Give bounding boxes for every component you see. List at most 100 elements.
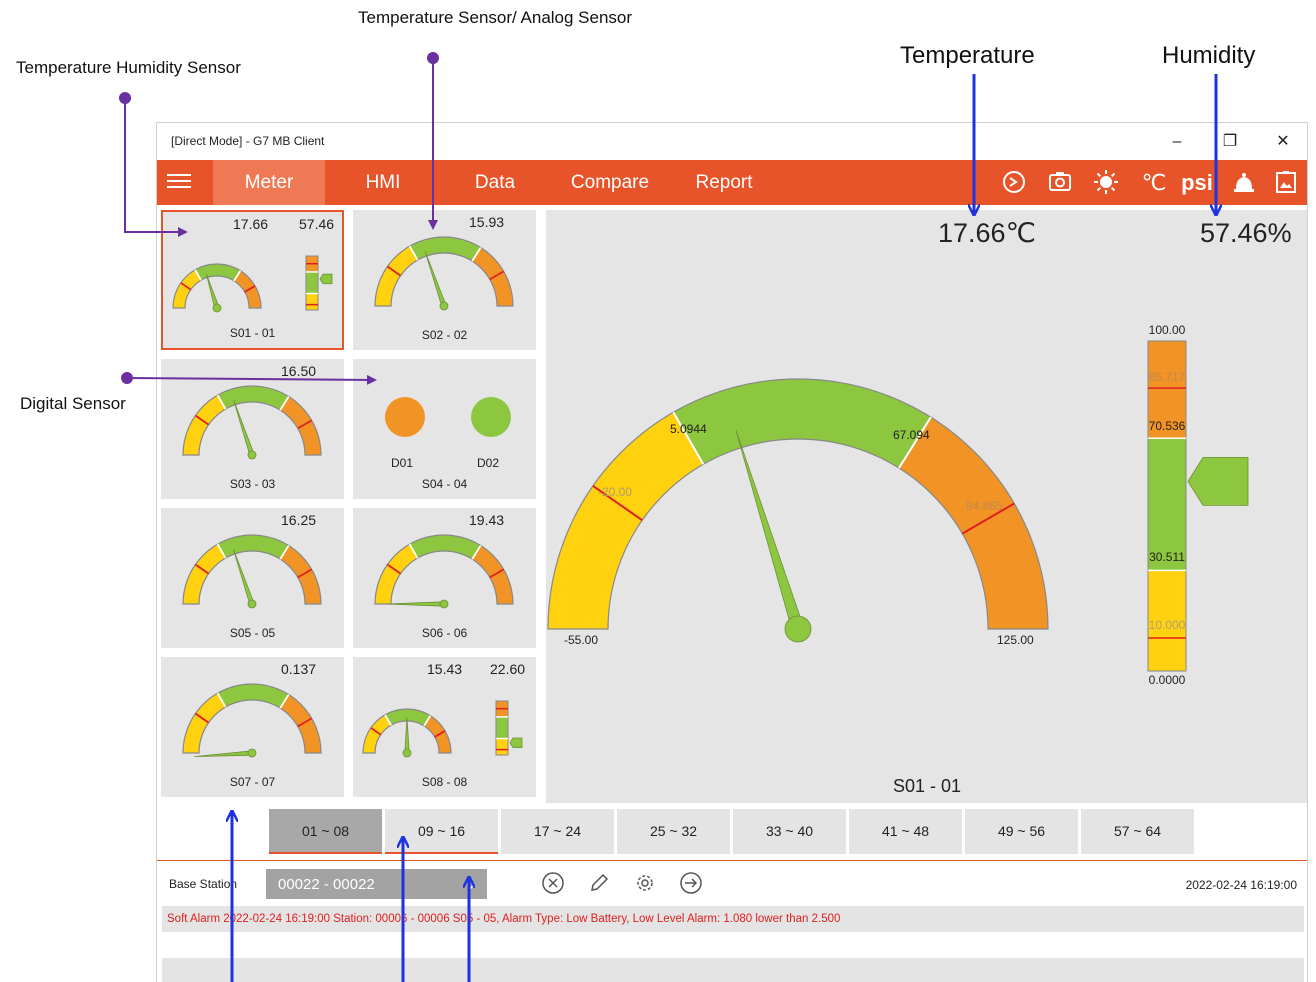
base-station-label: Base Station: [169, 877, 238, 891]
sensor-tile-s08[interactable]: 15.43 22.60 S08 - 08: [353, 657, 536, 797]
sensor-tile-s05[interactable]: 16.25 S05 - 05: [161, 508, 344, 648]
gauge-needle: [233, 549, 255, 606]
edit-icon[interactable]: [586, 871, 612, 897]
digital-label-d01: D01: [391, 456, 414, 470]
alarm-row[interactable]: Soft Alarm 2022-02-24 16:19:00 Station: …: [162, 906, 1304, 932]
sensor-humidity-value: 57.46: [299, 216, 335, 232]
app-window: [Direct Mode] - G7 MB Client – ❐ ✕ Meter…: [156, 122, 1308, 982]
minimize-button[interactable]: –: [1162, 131, 1192, 153]
tab-compare[interactable]: Compare: [557, 160, 663, 205]
base-station-select[interactable]: ⌄: [266, 869, 487, 899]
sensor-label: S01 - 01: [229, 326, 276, 340]
page-tab-41-48[interactable]: 41 ~ 48: [849, 809, 962, 854]
sensor-tile-s06[interactable]: 19.43 S06 - 06: [353, 508, 536, 648]
gauge-needle: [404, 717, 410, 754]
alarm-bell-icon[interactable]: [1229, 169, 1259, 197]
bar-zone-low: [496, 738, 508, 755]
nav-bar: Meter HMI Data Compare Report ℃ psi: [157, 160, 1307, 205]
annotation-temp-humidity-sensor: Temperature Humidity Sensor: [16, 58, 241, 77]
chevron-down-icon[interactable]: ⌄: [464, 874, 477, 894]
gauge-alarm-low-label: -20.00: [598, 485, 632, 499]
bar-pointer: [509, 737, 523, 748]
bar-zone-normal: [306, 271, 318, 294]
page-tab-17-24[interactable]: 17 ~ 24: [501, 809, 614, 854]
bar-normal-low-label: 30.511: [1149, 550, 1185, 564]
gauge-hub: [247, 450, 257, 460]
sync-icon[interactable]: [999, 169, 1029, 197]
image-icon[interactable]: [1271, 169, 1301, 197]
page-tab-01-08[interactable]: 01 ~ 08: [269, 809, 382, 854]
camera-icon[interactable]: [1045, 169, 1075, 197]
hamburger-menu-icon[interactable]: [167, 170, 191, 194]
bar-pointer: [1187, 456, 1249, 506]
gauge-needle: [424, 251, 447, 308]
sensor-tile-s04[interactable]: D01 D02 S04 - 04: [353, 359, 536, 499]
sensor-label: S05 - 05: [229, 626, 276, 640]
annotation-digital-sensor: Digital Sensor: [20, 394, 126, 413]
annotation-humidity: Humidity: [1162, 42, 1256, 69]
main-sensor-label: S01 - 01: [892, 776, 962, 796]
gauge-hub: [212, 303, 222, 313]
gauge-hub: [402, 748, 412, 758]
tab-data[interactable]: Data: [455, 160, 535, 205]
bar-alarm-low-label: 10.000: [1149, 618, 1186, 632]
page-tab-49-56[interactable]: 49 ~ 56: [965, 809, 1078, 854]
bar-pointer: [319, 273, 333, 285]
divider: [157, 860, 1307, 861]
celsius-unit-icon[interactable]: ℃: [1137, 169, 1171, 197]
close-button[interactable]: ✕: [1268, 131, 1298, 153]
gauge-needle: [735, 430, 805, 632]
sensor-value: 15.93: [469, 214, 505, 230]
gauge-needle: [386, 601, 445, 607]
psi-unit-icon[interactable]: psi: [1175, 169, 1219, 197]
sensor-temperature-value: 15.43: [427, 661, 463, 677]
gauge-max-label: 125.00: [997, 633, 1034, 647]
annotation-temperature: Temperature: [900, 42, 1035, 69]
tab-report[interactable]: Report: [681, 160, 767, 205]
tab-meter[interactable]: Meter: [213, 160, 325, 205]
tab-hmi[interactable]: HMI: [343, 160, 423, 205]
brightness-icon[interactable]: [1091, 169, 1121, 197]
gauge-hub: [784, 615, 812, 643]
settings-icon[interactable]: [632, 871, 658, 897]
page-tab-33-40[interactable]: 33 ~ 40: [733, 809, 846, 854]
export-icon[interactable]: [678, 871, 704, 897]
page-tab-25-32[interactable]: 25 ~ 32: [617, 809, 730, 854]
gauge-needle: [206, 273, 220, 310]
alarm-row-empty[interactable]: [162, 958, 1304, 982]
bar-min-label: 0.0000: [1149, 673, 1186, 687]
alarm-message: Soft Alarm 2022-02-24 16:19:00 Station: …: [167, 913, 841, 925]
sensor-temperature-value: 17.66: [233, 216, 269, 232]
temperature-reading: 17.66℃: [938, 218, 1036, 248]
sensor-label: S03 - 03: [229, 477, 276, 491]
gauge-zone-normal: [673, 379, 931, 469]
annotation-temp-analog-sensor: Temperature Sensor/ Analog Sensor: [358, 8, 633, 27]
sensor-value: 0.137: [281, 661, 317, 677]
gauge-hub: [247, 599, 257, 609]
gauge-alarm-high-label: 94.865: [966, 499, 1003, 513]
gauge-hub: [439, 301, 449, 311]
digital-label-d02: D02: [477, 456, 500, 470]
sensor-value: 19.43: [469, 512, 505, 528]
page-tab-57-64[interactable]: 57 ~ 64: [1081, 809, 1194, 854]
sensor-tile-s03[interactable]: 16.50 S03 - 03: [161, 359, 344, 499]
sensor-label: S07 - 07: [229, 775, 276, 789]
sensor-tile-s07[interactable]: 0.137 S07 - 07: [161, 657, 344, 797]
sensor-humidity-value: 22.60: [490, 661, 526, 677]
timestamp: 2022-02-24 16:19:00: [1185, 878, 1297, 892]
page-tab-09-16[interactable]: 09 ~ 16: [385, 809, 498, 854]
cancel-icon[interactable]: [540, 871, 566, 897]
gauge-hub: [439, 599, 449, 609]
alarm-row-empty[interactable]: [162, 932, 1304, 958]
sensor-value: 16.50: [281, 363, 317, 379]
gauge-needle: [194, 750, 253, 758]
sensor-tile-s02[interactable]: 15.93 S02 - 02: [353, 210, 536, 350]
restore-button[interactable]: ❐: [1215, 131, 1245, 153]
bar-max-label: 100.00: [1149, 323, 1186, 337]
digital-indicator-d01: [385, 397, 425, 437]
bar-alarm-high-label: 85.717: [1149, 370, 1186, 384]
base-station-value[interactable]: [266, 869, 456, 899]
sensor-value: 16.25: [281, 512, 317, 528]
bar-zone-normal: [496, 716, 508, 739]
sensor-tile-s01[interactable]: 17.66 57.46 S01 - 01: [161, 210, 344, 350]
